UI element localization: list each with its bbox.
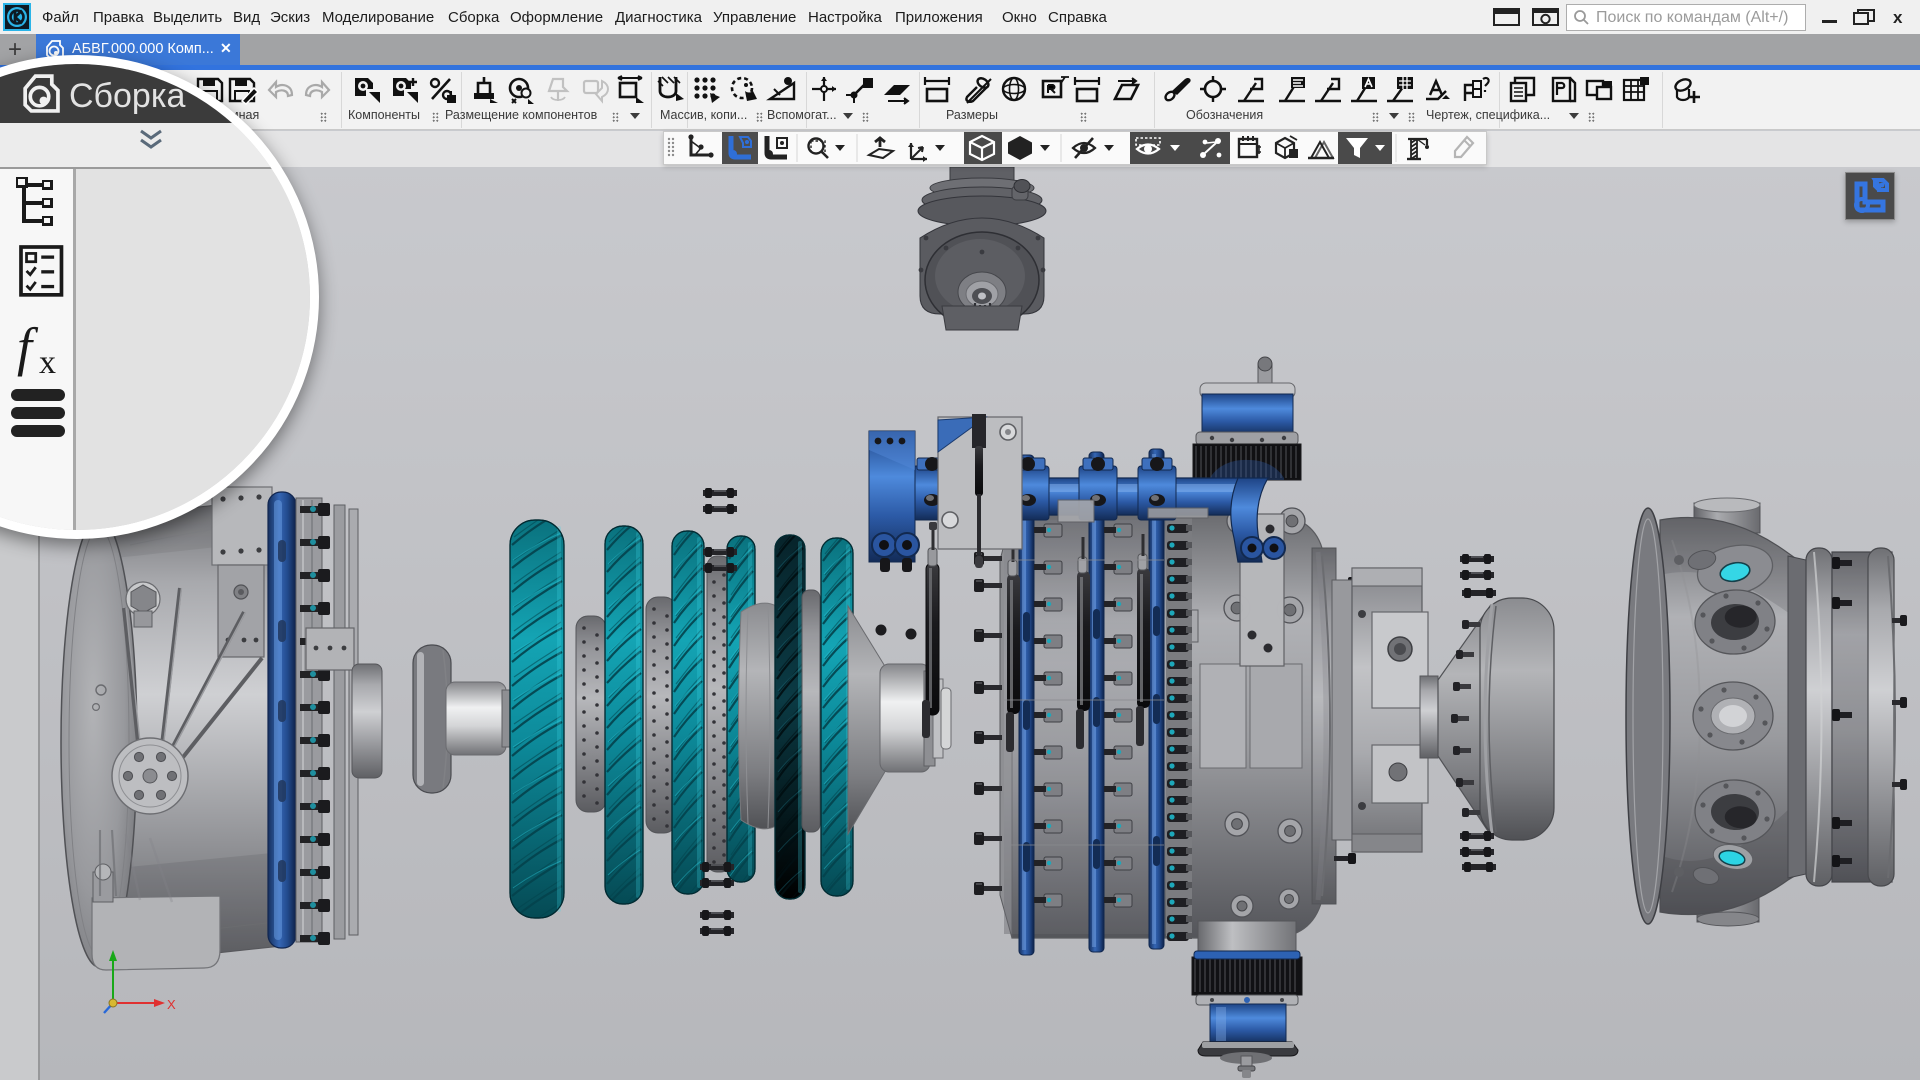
svg-text:x: x <box>39 344 56 381</box>
svg-text:Сборка: Сборка <box>69 77 185 115</box>
svg-text:X: X <box>167 997 176 1012</box>
